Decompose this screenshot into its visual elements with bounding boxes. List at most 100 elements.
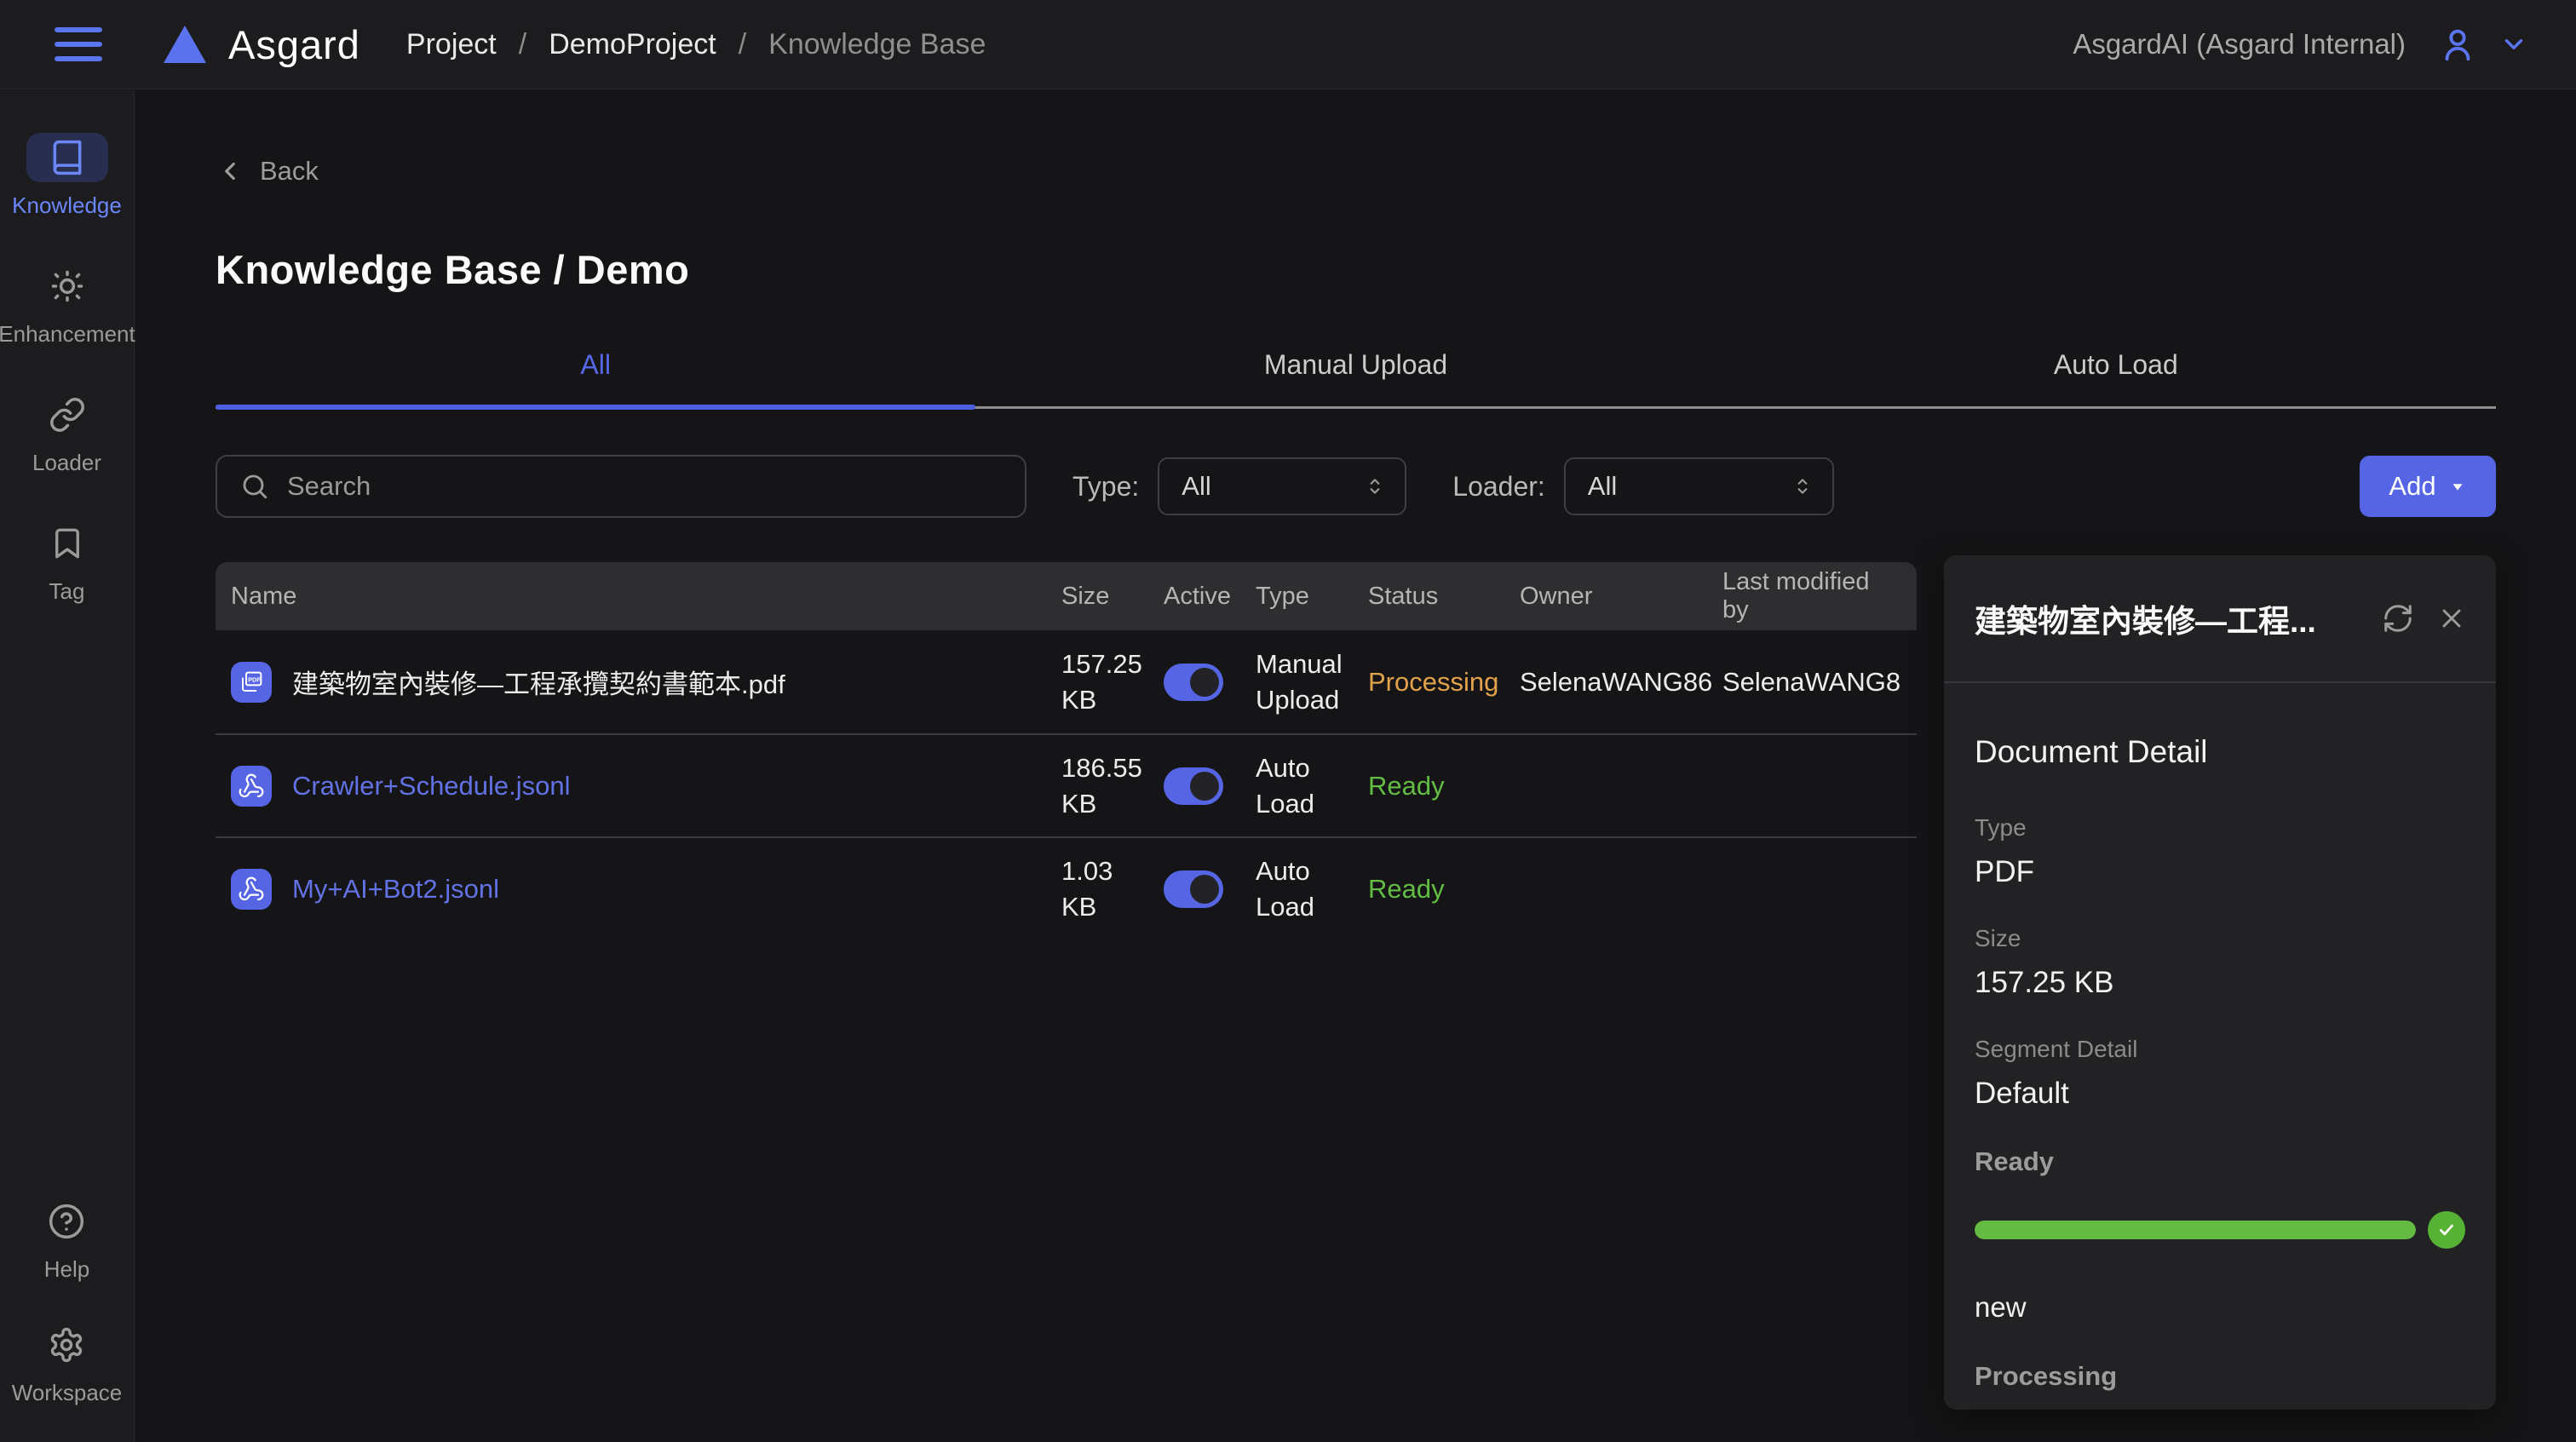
file-size: 157.25 KB [1061, 646, 1164, 718]
column-header-status: Status [1368, 583, 1520, 611]
jsonl-file-icon [231, 869, 272, 910]
hamburger-menu-icon[interactable] [55, 27, 102, 61]
breadcrumb-item-project[interactable]: Project [406, 28, 497, 61]
table-row[interactable]: My+AI+Bot2.jsonl 1.03 KB Auto Load Ready [216, 836, 1917, 939]
back-label: Back [260, 156, 319, 187]
sun-icon [26, 261, 108, 311]
field-value-segment-detail: Default [1975, 1077, 2465, 1111]
last-modified-by: SelenaWANG86 [1722, 667, 1901, 698]
panel-section-title: Document Detail [1975, 734, 2465, 770]
file-size: 1.03 KB [1061, 853, 1164, 925]
book-icon [26, 133, 108, 182]
panel-title: 建築物室內裝修—工程... [1975, 595, 2382, 641]
breadcrumb-item-demoproject[interactable]: DemoProject [549, 28, 716, 61]
chevrons-up-down-icon [1364, 475, 1386, 497]
breadcrumb-item-knowledge-base: Knowledge Base [768, 28, 986, 61]
add-button[interactable]: Add [2360, 456, 2496, 517]
sidebar-item-knowledge[interactable]: Knowledge [12, 133, 122, 219]
tab-auto-load[interactable]: Auto Load [1736, 349, 2496, 406]
ready-progress-track [1975, 1221, 2416, 1239]
field-label-size: Size [1975, 925, 2465, 952]
file-name: 建築物室內裝修—工程承攬契約書範本.pdf [292, 663, 785, 701]
gear-icon [26, 1320, 107, 1370]
column-header-size: Size [1061, 583, 1164, 611]
tab-all[interactable]: All [216, 349, 975, 406]
chevron-down-icon[interactable] [2499, 30, 2528, 59]
status-text: Ready [1368, 874, 1520, 905]
type-select-value: All [1182, 471, 1210, 502]
loader-filter-label: Loader: [1452, 471, 1545, 503]
breadcrumb-separator: / [739, 28, 746, 61]
column-header-name: Name [231, 583, 1061, 611]
account-name: AsgardAI (Asgard Internal) [2073, 28, 2406, 60]
chevron-left-icon [216, 157, 244, 186]
sidebar: Knowledge Enhancement Loader Tag Help [0, 90, 135, 1442]
pdf-file-icon: PDF [231, 662, 272, 703]
check-circle-icon [2428, 1211, 2465, 1249]
add-button-label: Add [2389, 471, 2435, 502]
brand: Asgard [164, 21, 360, 68]
field-value-size: 157.25 KB [1975, 966, 2465, 1000]
back-button[interactable]: Back [216, 156, 319, 187]
upload-type: Manual Upload [1256, 646, 1368, 718]
field-label-type: Type [1975, 814, 2465, 842]
sidebar-item-label: Tag [49, 578, 85, 605]
file-size: 186.55 KB [1061, 750, 1164, 822]
status-text: Processing [1368, 667, 1520, 698]
user-icon[interactable] [2438, 25, 2477, 64]
upload-type: Auto Load [1256, 750, 1368, 822]
link-icon [26, 390, 108, 439]
active-toggle[interactable] [1164, 767, 1223, 805]
page-title: Knowledge Base / Demo [216, 246, 2496, 293]
loader-select[interactable]: All [1564, 457, 1834, 515]
table-header: Name Size Active Type Status Owner Last … [216, 562, 1917, 630]
sidebar-item-tag[interactable]: Tag [26, 519, 108, 605]
column-header-active: Active [1164, 583, 1256, 611]
search-icon [239, 471, 270, 502]
sidebar-item-label: Help [44, 1256, 89, 1283]
bookmark-icon [26, 519, 108, 568]
owner: SelenaWANG86 [1520, 667, 1722, 698]
svg-text:PDF: PDF [248, 675, 261, 683]
file-name-link[interactable]: My+AI+Bot2.jsonl [292, 874, 499, 905]
caret-down-icon [2448, 477, 2467, 496]
brand-name: Asgard [228, 21, 360, 68]
loader-select-value: All [1588, 471, 1617, 502]
sidebar-item-label: Loader [32, 450, 101, 476]
jsonl-file-icon [231, 766, 272, 807]
type-select[interactable]: All [1158, 457, 1406, 515]
active-toggle[interactable] [1164, 664, 1223, 701]
help-circle-icon [26, 1197, 107, 1246]
search-input[interactable] [287, 471, 1003, 502]
documents-table: Name Size Active Type Status Owner Last … [216, 562, 1917, 939]
sidebar-item-loader[interactable]: Loader [26, 390, 108, 476]
table-row[interactable]: PDF 建築物室內裝修—工程承攬契約書範本.pdf 157.25 KB Manu… [216, 630, 1917, 733]
active-toggle[interactable] [1164, 870, 1223, 908]
search-box[interactable] [216, 455, 1026, 518]
close-icon[interactable] [2436, 603, 2467, 634]
table-row[interactable]: Crawler+Schedule.jsonl 186.55 KB Auto Lo… [216, 733, 1917, 836]
chevrons-up-down-icon [1791, 475, 1814, 497]
file-name-link[interactable]: Crawler+Schedule.jsonl [292, 771, 571, 801]
column-header-last-modified-by: Last modified by [1722, 568, 1901, 624]
breadcrumb: Project / DemoProject / Knowledge Base [406, 28, 986, 61]
processing-stage-label: Processing [1975, 1361, 2465, 1392]
sidebar-item-label: Workspace [12, 1380, 123, 1406]
tab-manual-upload[interactable]: Manual Upload [975, 349, 1735, 406]
ready-progress-fill [1975, 1221, 2416, 1239]
type-filter-label: Type: [1072, 471, 1139, 503]
sidebar-item-workspace[interactable]: Workspace [12, 1320, 123, 1406]
filter-row: Type: All Loader: All Add [216, 455, 2496, 518]
brand-triangle-icon [164, 26, 206, 63]
panel-body: Document Detail Type PDF Size 157.25 KB … [1944, 683, 2496, 1410]
sidebar-item-label: Enhancement [0, 321, 135, 348]
topbar-account[interactable]: AsgardAI (Asgard Internal) [2073, 25, 2528, 64]
ready-stage-label: Ready [1975, 1146, 2465, 1177]
sidebar-item-label: Knowledge [12, 192, 122, 219]
sidebar-item-help[interactable]: Help [26, 1197, 107, 1283]
document-detail-panel: 建築物室內裝修—工程... Document Detail Type PDF S… [1944, 555, 2496, 1410]
topbar: Asgard Project / DemoProject / Knowledge… [0, 0, 2576, 89]
refresh-icon[interactable] [2382, 602, 2414, 635]
sidebar-item-enhancement[interactable]: Enhancement [0, 261, 135, 348]
tab-bar: All Manual Upload Auto Load [216, 349, 2496, 409]
